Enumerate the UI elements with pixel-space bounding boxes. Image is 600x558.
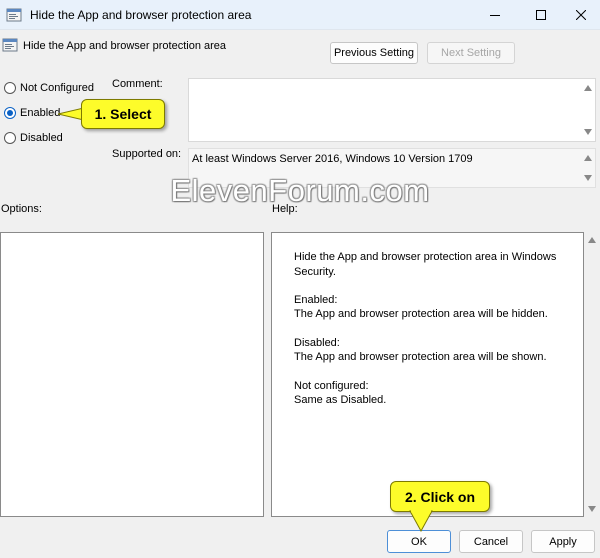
radio-button[interactable] [4,82,16,94]
scrollbar-track [588,237,596,512]
help-pane[interactable]: Hide the App and browser protection area… [271,232,584,517]
minimize-button[interactable] [472,0,518,30]
policy-icon [6,7,22,23]
window-title: Hide the App and browser protection area [30,8,252,22]
options-pane[interactable] [0,232,264,517]
previous-setting-button[interactable]: Previous Setting [330,42,418,64]
help-text-disabled-body: The App and browser protection area will… [294,351,547,363]
radio-label: Disabled [20,132,63,144]
radio-not-configured[interactable]: Not Configured [4,82,94,94]
watermark: ElevenForum.com [170,173,430,208]
minimize-icon [490,15,500,16]
maximize-icon [536,10,546,20]
help-scrollbar[interactable] [586,232,598,517]
radio-button[interactable] [4,107,16,119]
ok-button[interactable]: OK [387,530,451,553]
callout-pointer [409,510,433,532]
options-label: Options: [1,203,42,215]
close-button[interactable] [558,0,600,30]
cancel-button[interactable]: Cancel [459,530,523,553]
callout-select: 1. Select [81,99,165,129]
help-text-notconfigured-body: Same as Disabled. [294,394,387,406]
supported-value: At least Windows Server 2016, Windows 10… [192,153,473,165]
callout-click-on: 2. Click on [390,481,490,512]
help-text-enabled-body: The App and browser protection area will… [294,308,548,320]
help-text-disabled-heading: Disabled: [294,337,340,349]
setting-name: Hide the App and browser protection area [23,40,227,52]
help-text-notconfigured-heading: Not configured: [294,380,369,392]
scroll-down-icon[interactable] [583,128,593,136]
next-setting-button[interactable]: Next Setting [427,42,515,64]
radio-button[interactable] [4,132,16,144]
help-label: Help: [272,203,298,215]
help-text-intro: Hide the App and browser protection area… [294,251,557,278]
radio-label: Enabled [20,107,61,119]
supported-label: Supported on: [112,148,182,160]
help-text-enabled-heading: Enabled: [294,294,338,306]
window-bottom-edge [0,554,600,558]
scroll-up-icon[interactable] [583,84,593,92]
scroll-up-icon[interactable] [583,154,593,162]
radio-enabled[interactable]: Enabled [4,107,60,119]
radio-label: Not Configured [20,82,94,94]
comment-label: Comment: [112,78,163,90]
apply-button[interactable]: Apply [531,530,595,553]
comment-field[interactable] [188,78,596,142]
setting-icon [2,37,18,53]
radio-disabled[interactable]: Disabled [4,132,63,144]
close-icon [576,10,586,20]
